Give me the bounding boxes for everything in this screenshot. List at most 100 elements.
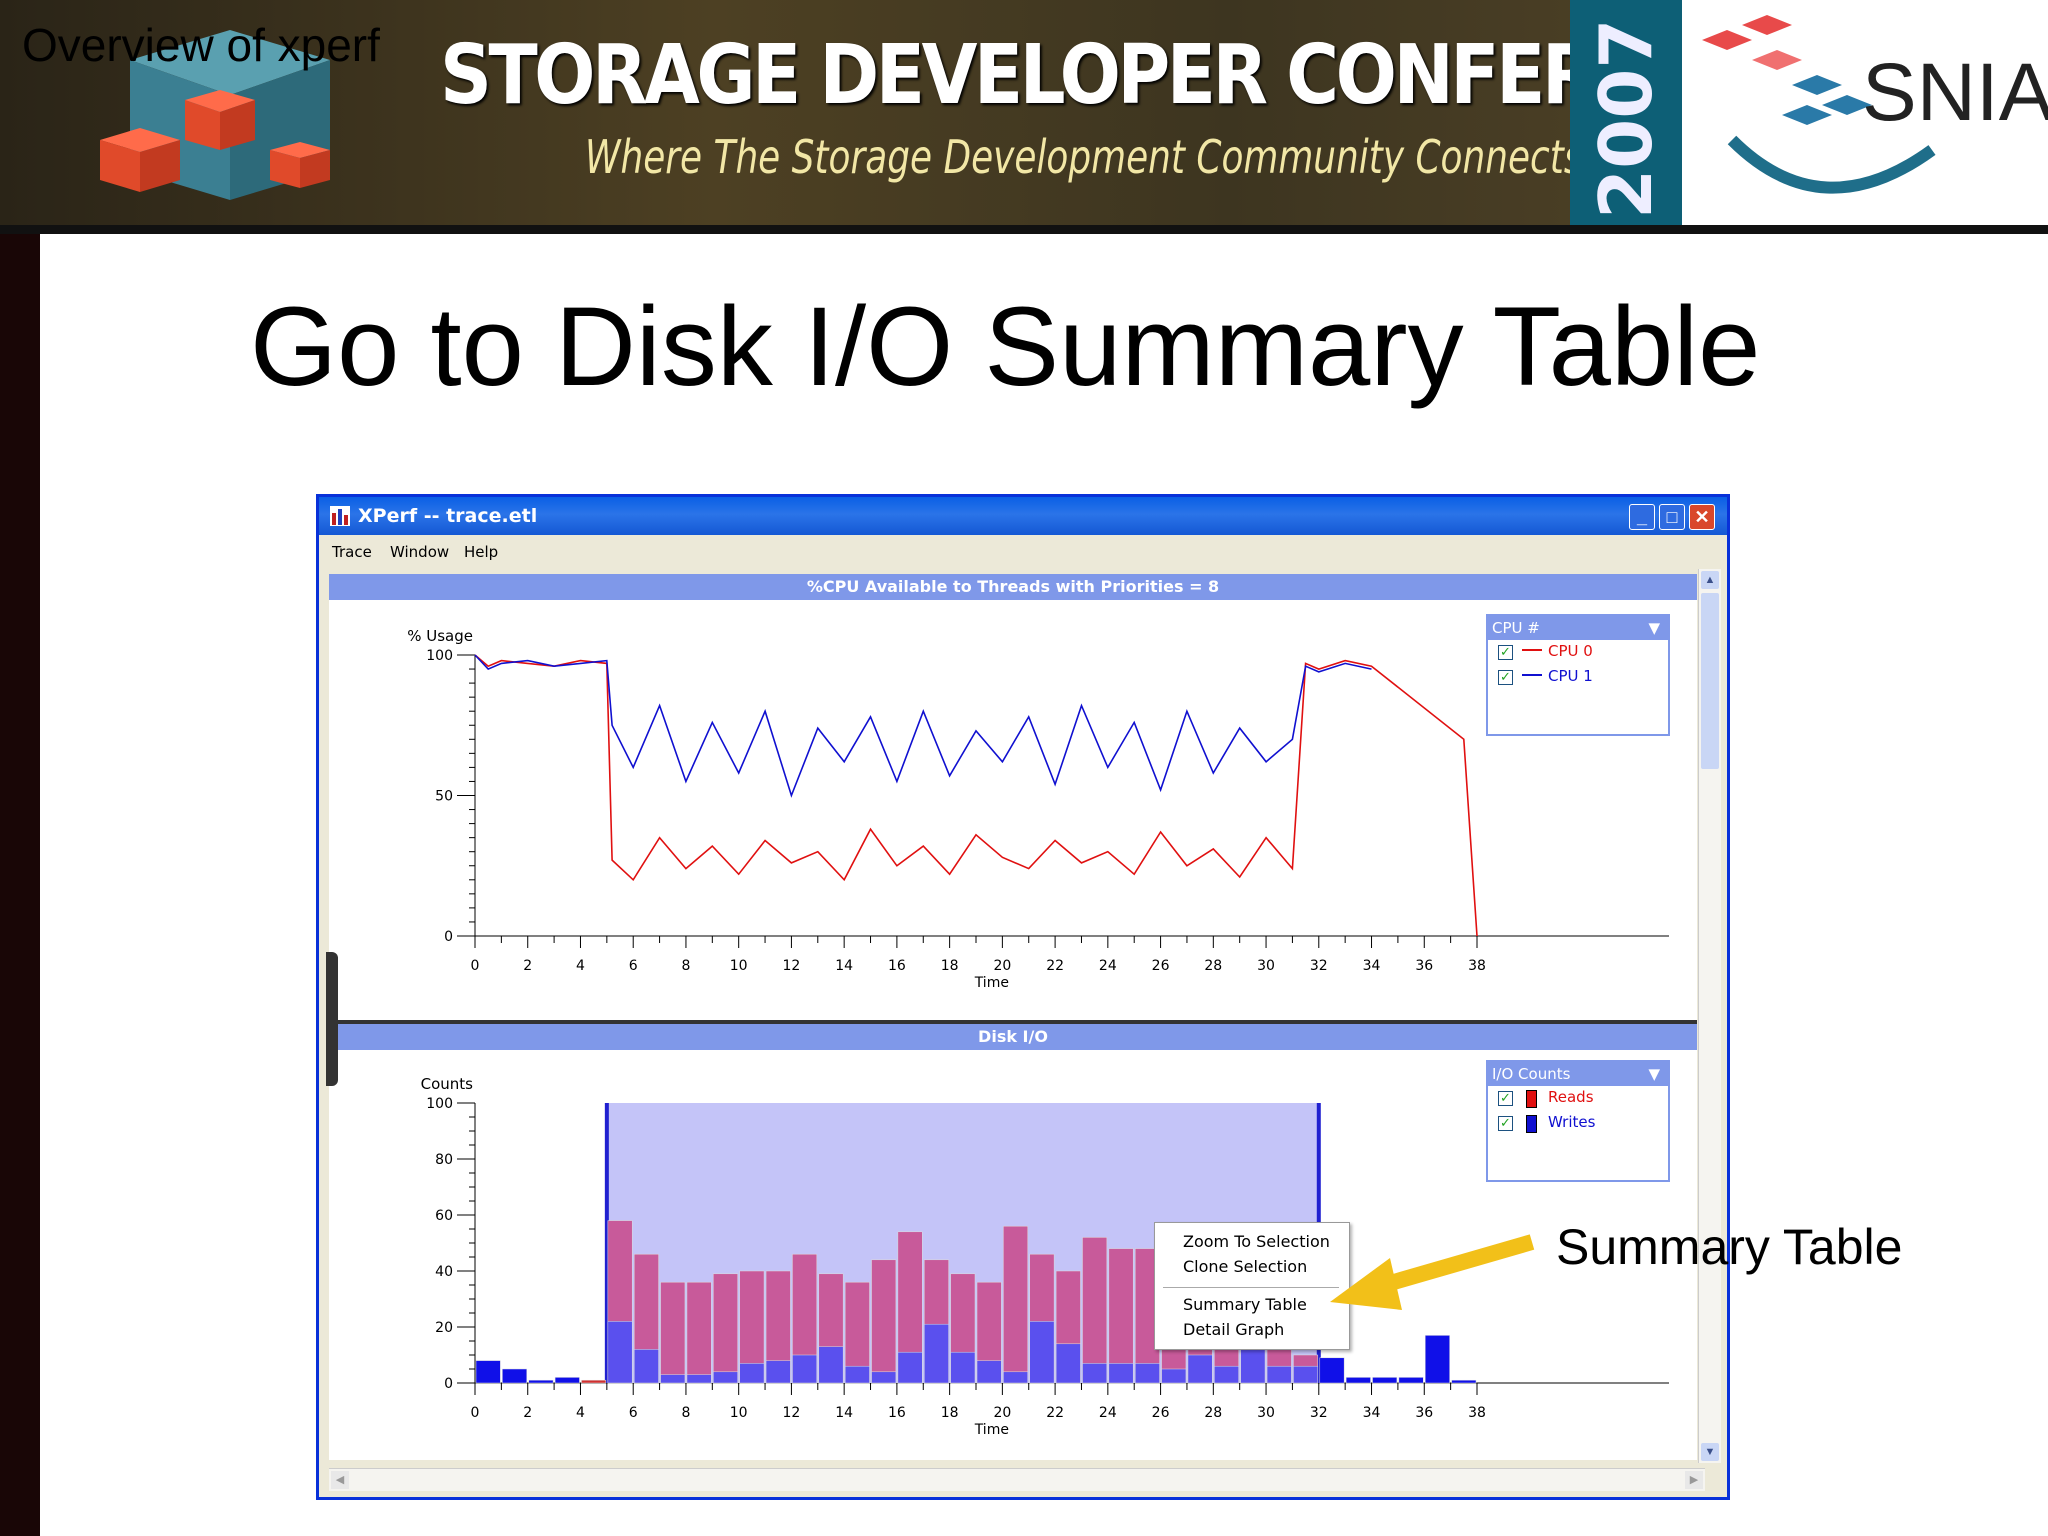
- x-tick-label: 2: [523, 1405, 532, 1421]
- writes-swatch: [1526, 1115, 1537, 1133]
- context-menu: Zoom To Selection Clone Selection Summar…: [1154, 1222, 1350, 1350]
- reads-swatch: [1526, 1090, 1537, 1108]
- menu-zoom-to-selection[interactable]: Zoom To Selection: [1183, 1232, 1330, 1251]
- reads-bar: [686, 1281, 712, 1384]
- checkbox-checked-icon[interactable]: ✓: [1498, 645, 1513, 660]
- x-tick-label: 30: [1257, 1405, 1275, 1421]
- chevron-down-icon[interactable]: ▼: [1648, 1062, 1660, 1086]
- annotation-label: Summary Table: [1556, 1219, 1903, 1275]
- writes-bar: [1108, 1363, 1134, 1384]
- maximize-button[interactable]: □: [1659, 504, 1685, 530]
- reads-bar: [713, 1273, 738, 1384]
- cpu-legend-item[interactable]: ✓ CPU 0: [1488, 640, 1668, 665]
- menu-window[interactable]: Window: [390, 543, 449, 561]
- checkbox-checked-icon[interactable]: ✓: [1498, 1091, 1513, 1106]
- reads-label: Reads: [1548, 1088, 1594, 1106]
- writes-bar: [792, 1354, 818, 1384]
- checkbox-checked-icon[interactable]: ✓: [1498, 670, 1513, 685]
- writes-bar: [1451, 1379, 1477, 1384]
- cpu1-label: CPU 1: [1548, 667, 1593, 685]
- cpu-legend-item[interactable]: ✓ CPU 1: [1488, 665, 1668, 690]
- x-tick-label: 36: [1415, 1405, 1433, 1421]
- xperf-window: XPerf -- trace.etl _ □ ✕ Trace Window He…: [316, 494, 1730, 1500]
- scroll-thumb[interactable]: [1701, 593, 1719, 769]
- horizontal-scrollbar[interactable]: ◀ ▶: [329, 1468, 1705, 1491]
- snia-logo-text: SNIA: [1862, 47, 2048, 138]
- side-drag-handle[interactable]: [326, 952, 338, 1086]
- writes-bar: [1187, 1354, 1213, 1384]
- x-tick-label: 0: [471, 1405, 480, 1421]
- writes-bar: [633, 1349, 659, 1384]
- disk-legend-header[interactable]: I/O Counts ▼: [1488, 1062, 1668, 1086]
- x-tick-label: 24: [1099, 958, 1117, 974]
- writes-bar: [528, 1379, 554, 1384]
- x-tick-label: 10: [730, 958, 748, 974]
- y-axis-title: % Usage: [407, 627, 473, 645]
- writes-bar: [924, 1323, 949, 1384]
- writes-bar: [1319, 1357, 1345, 1384]
- window-titlebar[interactable]: XPerf -- trace.etl _ □ ✕: [319, 497, 1727, 535]
- disk-panel-header: Disk I/O: [329, 1024, 1697, 1050]
- cpu1-swatch: [1522, 674, 1542, 676]
- scroll-up-icon[interactable]: ▲: [1701, 571, 1719, 589]
- cpu-plot-area[interactable]: 0 50 100 0 2 4 6 8 10 12 14 16 18 20 22 24 26 28 30 32 34 36 3…: [329, 600, 1697, 1020]
- cpu-series-line-0: [474, 654, 1478, 937]
- checkbox-checked-icon[interactable]: ✓: [1498, 1116, 1513, 1131]
- x-tick-label: 30: [1257, 958, 1275, 974]
- cpu0-swatch: [1522, 649, 1542, 651]
- y-tick-label: 50: [435, 789, 453, 805]
- y-tick-label: 20: [435, 1320, 453, 1336]
- menu-detail-graph[interactable]: Detail Graph: [1183, 1320, 1284, 1339]
- writes-bar: [950, 1351, 976, 1384]
- disk-legend-item[interactable]: ✓ Reads: [1488, 1086, 1668, 1111]
- x-tick-label: 26: [1152, 1405, 1170, 1421]
- x-tick-label: 38: [1468, 1405, 1486, 1421]
- chevron-down-icon[interactable]: ▼: [1648, 616, 1660, 640]
- x-tick-label: 12: [783, 1405, 801, 1421]
- x-tick-label: 14: [835, 958, 853, 974]
- y-axis-title: Counts: [421, 1075, 474, 1093]
- x-tick-label: 12: [783, 958, 801, 974]
- writes-bar: [976, 1360, 1002, 1384]
- writes-bar: [1372, 1377, 1398, 1384]
- x-tick-label: 20: [993, 958, 1011, 974]
- disk-legend-item[interactable]: ✓ Writes: [1488, 1111, 1668, 1136]
- scroll-right-icon[interactable]: ▶: [1685, 1471, 1703, 1489]
- cpu-panel-header: %CPU Available to Threads with Prioritie…: [329, 574, 1697, 600]
- y-tick-label: 60: [435, 1208, 453, 1224]
- writes-bar: [1398, 1377, 1424, 1384]
- x-tick-label: 16: [888, 958, 906, 974]
- y-tick-label: 0: [444, 1376, 453, 1392]
- x-axis-title: Time: [974, 1422, 1009, 1438]
- x-tick-label: 14: [835, 1405, 853, 1421]
- writes-bar: [713, 1371, 738, 1384]
- x-tick-label: 16: [888, 1405, 906, 1421]
- conference-subtitle: Where The Storage Development Community …: [585, 130, 1583, 184]
- y-tick-label: 0: [444, 929, 453, 945]
- menu-summary-table[interactable]: Summary Table: [1183, 1295, 1307, 1314]
- x-tick-label: 36: [1415, 958, 1433, 974]
- reads-bar: [1108, 1248, 1134, 1384]
- left-edge-bar: [0, 234, 40, 1536]
- cpu-legend-title: CPU #: [1492, 619, 1540, 637]
- x-tick-label: 18: [941, 1405, 959, 1421]
- menu-trace[interactable]: Trace: [332, 543, 372, 561]
- x-tick-label: 32: [1310, 958, 1328, 974]
- close-button[interactable]: ✕: [1689, 504, 1715, 530]
- menu-clone-selection[interactable]: Clone Selection: [1183, 1257, 1307, 1276]
- scroll-down-icon[interactable]: ▼: [1701, 1443, 1719, 1461]
- reads-bar: [1082, 1237, 1108, 1384]
- disk-legend-title: I/O Counts: [1492, 1065, 1571, 1083]
- writes-bar: [475, 1360, 501, 1384]
- minimize-button[interactable]: _: [1629, 504, 1655, 530]
- menu-help[interactable]: Help: [464, 543, 498, 561]
- cpu-legend-header[interactable]: CPU # ▼: [1488, 616, 1668, 640]
- scroll-left-icon[interactable]: ◀: [331, 1471, 349, 1489]
- writes-label: Writes: [1548, 1113, 1596, 1131]
- x-tick-label: 28: [1204, 958, 1222, 974]
- disk-plot-area[interactable]: 0 20 40 60 80 100 0 2 4 6 8 10 12 14 16 18 20 22 24 26 28 30 3…: [329, 1050, 1697, 1460]
- writes-bar: [739, 1363, 765, 1384]
- writes-bar: [1214, 1365, 1239, 1384]
- x-tick-label: 24: [1099, 1405, 1117, 1421]
- vertical-scrollbar[interactable]: ▲ ▼: [1698, 569, 1721, 1463]
